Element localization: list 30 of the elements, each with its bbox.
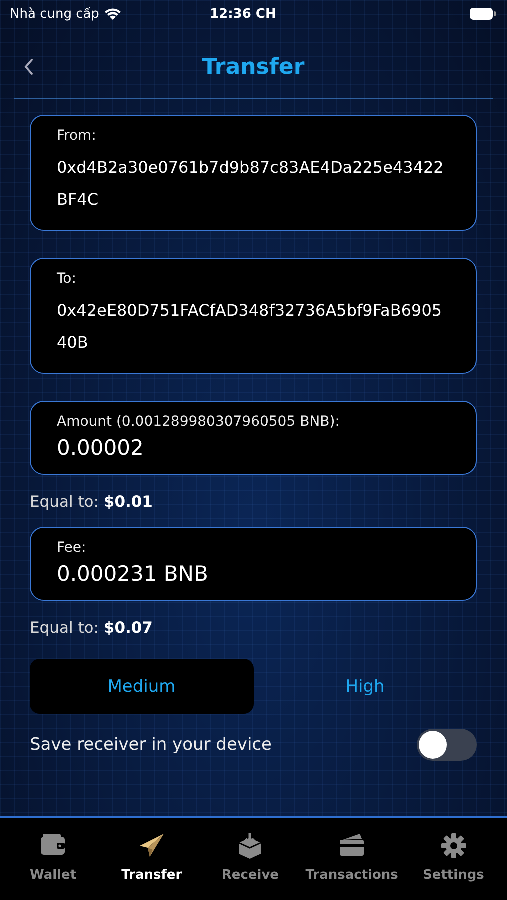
field-value: 0.00002 [57,436,145,460]
equal-value-text: Equal to: $0.01 [30,492,154,513]
input-field[interactable]: Amount (0.001289980307960505 BNB): 0.00002 [30,401,477,475]
equal-value-text: Equal to: $0.07 [30,618,154,639]
tab-bar-item[interactable]: Receive [201,818,300,900]
input-field[interactable]: To: 0x42eE80D751FACfAD348f32736A5bf9FaB690540B [30,258,477,374]
settings-icon [440,832,468,860]
field-value: 0xd4B2a30e0761b7d9b87c83AE4Da225e43422BF4C [57,157,445,211]
tab-bar-item[interactable]: Transactions [300,818,404,900]
field-value: 0.000231 BNB [57,562,210,586]
input-field[interactable]: From: 0xd4B2a30e0761b7d9b87c83AE4Da225e43422BF4C [30,115,477,231]
field-label: Amount (0.001289980307960505 BNB): [57,414,341,430]
carrier-name: Nhà cung cấp [10,6,100,22]
tab-bar-item[interactable]: Transfer [102,818,202,900]
wifi-icon [104,7,122,21]
screen-title: Transfer [202,54,305,80]
tab-bar-item[interactable]: Settings [404,818,504,900]
save-receiver-label: Save receiver in your device [30,735,272,755]
fee-option[interactable]: High [254,659,477,714]
battery-icon [469,7,497,21]
field-label: From: [57,128,98,144]
input-field[interactable]: Fee: 0.000231 BNB [30,527,477,601]
clock: 12:36 CH [210,6,278,22]
field-label: Fee: [57,540,88,556]
back-icon [24,58,34,76]
field-value: 0x42eE80D751FACfAD348f32736A5bf9FaB690540B [57,300,444,354]
save-receiver-toggle[interactable] [417,729,477,761]
field-label: To: [57,271,78,287]
fee-option[interactable]: Medium [30,659,254,714]
tab-bar-item[interactable]: Wallet [4,818,103,900]
